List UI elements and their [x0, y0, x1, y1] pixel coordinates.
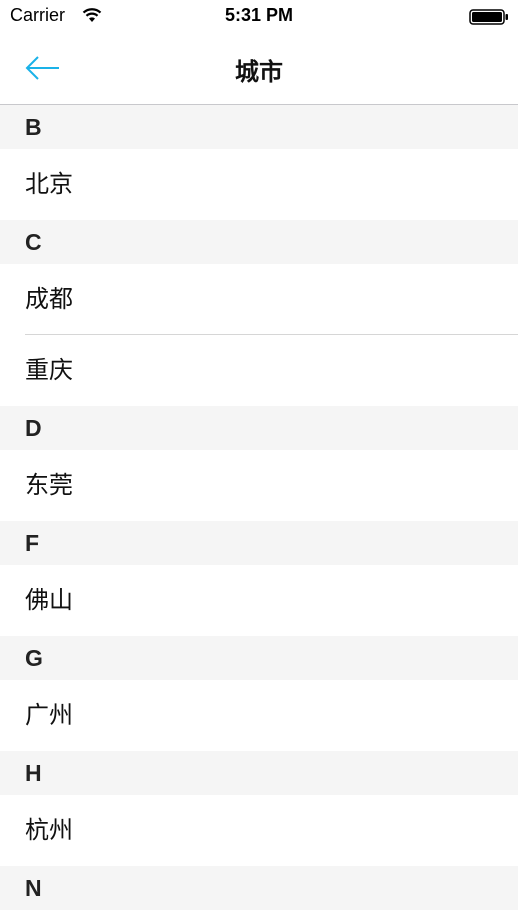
section-header-d: D — [0, 406, 518, 450]
city-row-guangzhou[interactable]: 广州 — [0, 680, 518, 751]
section-header-b: B — [0, 105, 518, 149]
section-header-g: G — [0, 636, 518, 680]
city-row-dongguan[interactable]: 东莞 — [0, 450, 518, 521]
section-header-f: F — [0, 521, 518, 565]
page-title: 城市 — [235, 58, 283, 86]
city-row-foshan[interactable]: 佛山 — [0, 565, 518, 636]
city-row-beijing[interactable]: 北京 — [0, 149, 518, 220]
city-list: B 北京 C 成都 重庆 D 东莞 F 佛山 G 广州 H 杭州 N — [0, 105, 518, 910]
city-row-chongqing[interactable]: 重庆 — [0, 335, 518, 406]
city-row-hangzhou[interactable]: 杭州 — [0, 795, 518, 866]
section-header-h: H — [0, 751, 518, 795]
status-time: 5:31 PM — [224, 5, 294, 25]
battery-icon — [469, 9, 508, 25]
section-header-c: C — [0, 220, 518, 264]
section-header-n: N — [0, 866, 518, 910]
city-row-chengdu[interactable]: 成都 — [0, 264, 518, 335]
status-bar: Carrier 5:31 PM — [0, 0, 518, 34]
city-list-screen: Carrier 5:31 PM 城市 B 北京 C 成都 重庆 D 东莞 F 佛… — [0, 0, 518, 920]
navigation-bar: 城市 — [0, 34, 518, 105]
